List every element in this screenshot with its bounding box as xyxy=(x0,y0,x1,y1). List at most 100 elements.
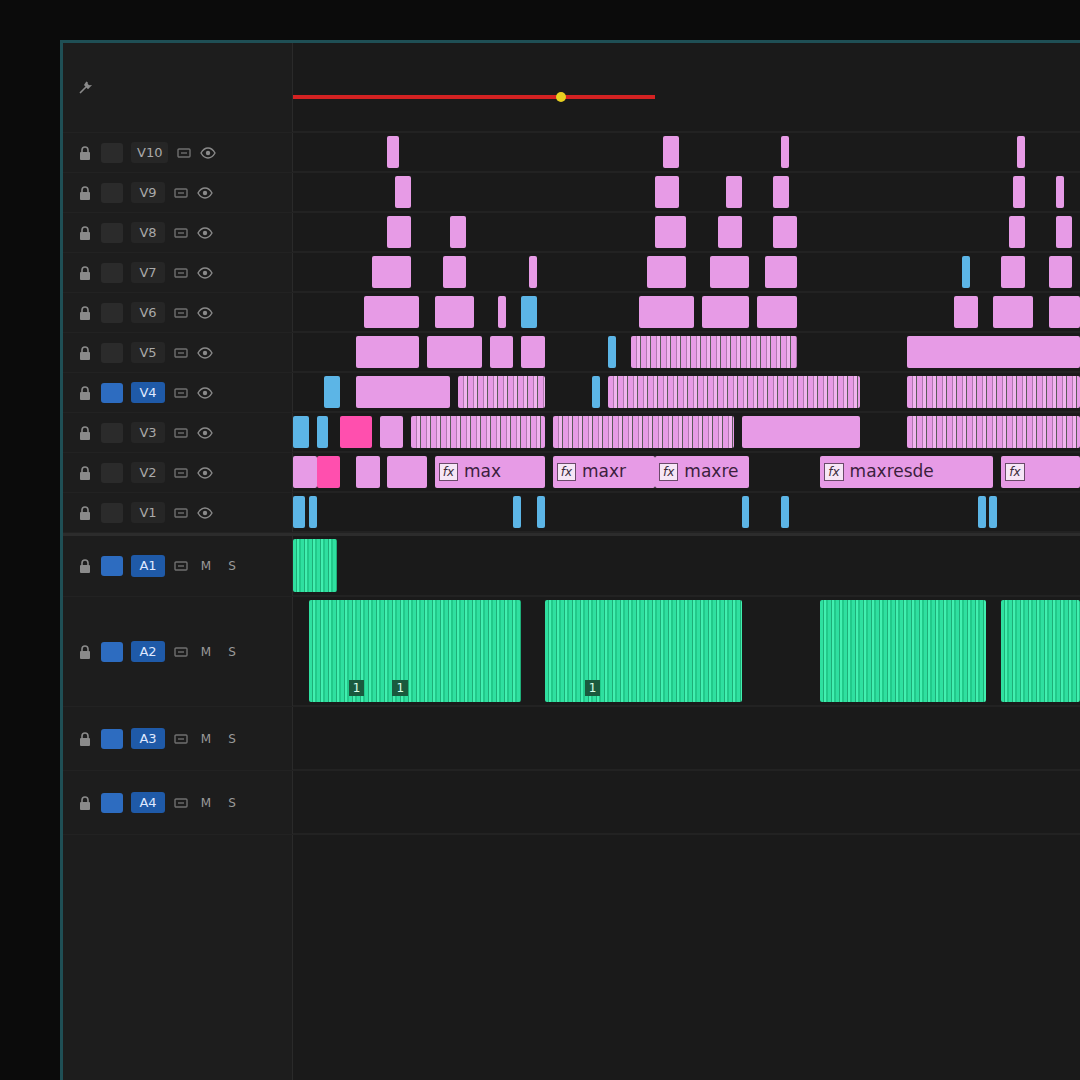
clip-marker[interactable]: 1 xyxy=(349,680,365,696)
timeline-clip[interactable] xyxy=(435,296,474,328)
lock-icon[interactable] xyxy=(77,425,93,441)
timeline-clip[interactable] xyxy=(293,539,337,592)
track-lane[interactable] xyxy=(293,173,1080,212)
lock-icon[interactable] xyxy=(77,795,93,811)
timeline-clip[interactable] xyxy=(639,296,694,328)
timeline-clip[interactable] xyxy=(718,216,742,248)
timeline-clip[interactable] xyxy=(631,336,796,368)
timeline-clip[interactable] xyxy=(781,136,789,168)
track-lane[interactable]: fxmaxfxmaxrfxmaxrefxmaxresdefx xyxy=(293,453,1080,492)
lock-icon[interactable] xyxy=(77,385,93,401)
lock-icon[interactable] xyxy=(77,265,93,281)
timeline-clip[interactable] xyxy=(989,496,997,528)
lock-icon[interactable] xyxy=(77,145,93,161)
timeline-clip[interactable]: fx xyxy=(1001,456,1080,488)
track-lane[interactable] xyxy=(293,133,1080,172)
target-toggle[interactable] xyxy=(101,793,123,813)
timeline-clip[interactable] xyxy=(380,416,404,448)
target-toggle[interactable] xyxy=(101,503,123,523)
track-label[interactable]: V6 xyxy=(131,302,165,324)
track-label[interactable]: V4 xyxy=(131,382,165,404)
target-toggle[interactable] xyxy=(101,343,123,363)
track-lane[interactable] xyxy=(293,333,1080,372)
timeline-clip[interactable] xyxy=(553,416,734,448)
lock-icon[interactable] xyxy=(77,185,93,201)
timeline-clip[interactable]: 11 xyxy=(309,600,521,702)
fx-badge[interactable]: fx xyxy=(439,463,458,481)
timeline-clip[interactable] xyxy=(1049,256,1073,288)
sync-icon[interactable] xyxy=(173,731,189,747)
timeline-clip[interactable] xyxy=(411,416,545,448)
timeline-clip[interactable] xyxy=(1013,176,1025,208)
timeline-clip[interactable] xyxy=(742,416,860,448)
timeline-clip[interactable] xyxy=(529,256,537,288)
fx-badge[interactable]: fx xyxy=(557,463,576,481)
mute-button[interactable]: M xyxy=(197,557,215,575)
track-label[interactable]: V8 xyxy=(131,222,165,244)
clip-marker[interactable]: 1 xyxy=(585,680,601,696)
timeline-clip[interactable] xyxy=(356,376,450,408)
track-lane[interactable] xyxy=(293,293,1080,332)
target-toggle[interactable] xyxy=(101,383,123,403)
track-label[interactable]: V1 xyxy=(131,502,165,524)
timeline-clip[interactable] xyxy=(293,496,305,528)
timeline-clip[interactable] xyxy=(1056,176,1064,208)
eye-icon[interactable] xyxy=(197,265,213,281)
lock-icon[interactable] xyxy=(77,465,93,481)
timeline-clip[interactable] xyxy=(317,416,329,448)
fx-badge[interactable]: fx xyxy=(824,463,843,481)
target-toggle[interactable] xyxy=(101,183,123,203)
timeline-clip[interactable] xyxy=(773,216,797,248)
sync-icon[interactable] xyxy=(173,644,189,660)
track-label[interactable]: V5 xyxy=(131,342,165,364)
timeline-clip[interactable] xyxy=(395,176,411,208)
target-toggle[interactable] xyxy=(101,642,123,662)
timeline-clip[interactable] xyxy=(726,176,742,208)
timeline-clip[interactable] xyxy=(710,256,749,288)
sync-icon[interactable] xyxy=(173,185,189,201)
fx-badge[interactable]: fx xyxy=(1005,463,1024,481)
track-label[interactable]: A3 xyxy=(131,728,165,750)
timeline-clip[interactable] xyxy=(324,376,340,408)
eye-icon[interactable] xyxy=(197,185,213,201)
timeline-clip[interactable] xyxy=(781,496,789,528)
mute-button[interactable]: M xyxy=(197,730,215,748)
timeline-clip[interactable] xyxy=(655,216,686,248)
timeline-clip[interactable] xyxy=(765,256,796,288)
timeline-clip[interactable] xyxy=(978,496,986,528)
track-label[interactable]: A2 xyxy=(131,641,165,663)
track-lane[interactable] xyxy=(293,253,1080,292)
sync-icon[interactable] xyxy=(173,385,189,401)
sync-icon[interactable] xyxy=(176,145,192,161)
timeline-clip[interactable] xyxy=(1017,136,1025,168)
sync-icon[interactable] xyxy=(173,265,189,281)
timeline-clip[interactable] xyxy=(907,336,1080,368)
sync-icon[interactable] xyxy=(173,305,189,321)
track-lane[interactable] xyxy=(293,707,1080,770)
target-toggle[interactable] xyxy=(101,303,123,323)
timeline-clip[interactable]: fxmaxr xyxy=(553,456,655,488)
playhead-marker[interactable] xyxy=(556,92,566,102)
timeline-clip[interactable] xyxy=(450,216,466,248)
timeline-clip[interactable] xyxy=(458,376,545,408)
lock-icon[interactable] xyxy=(77,225,93,241)
sync-icon[interactable] xyxy=(173,425,189,441)
timeline-clip[interactable] xyxy=(663,136,679,168)
track-label[interactable]: V2 xyxy=(131,462,165,484)
mute-button[interactable]: M xyxy=(197,643,215,661)
eye-icon[interactable] xyxy=(197,305,213,321)
timeline-clip[interactable] xyxy=(387,136,399,168)
wrench-icon[interactable] xyxy=(77,80,93,96)
timeline-clip[interactable] xyxy=(387,216,411,248)
timeline-clip[interactable]: fxmaxre xyxy=(655,456,749,488)
timeline-clip[interactable] xyxy=(655,176,679,208)
timeline-clip[interactable] xyxy=(521,336,545,368)
sync-icon[interactable] xyxy=(173,225,189,241)
track-lane[interactable] xyxy=(293,493,1080,532)
target-toggle[interactable] xyxy=(101,223,123,243)
eye-icon[interactable] xyxy=(197,345,213,361)
mute-button[interactable]: M xyxy=(197,794,215,812)
timeline-clip[interactable] xyxy=(1056,216,1072,248)
track-label[interactable]: V7 xyxy=(131,262,165,284)
timeline-clip[interactable] xyxy=(820,600,985,702)
